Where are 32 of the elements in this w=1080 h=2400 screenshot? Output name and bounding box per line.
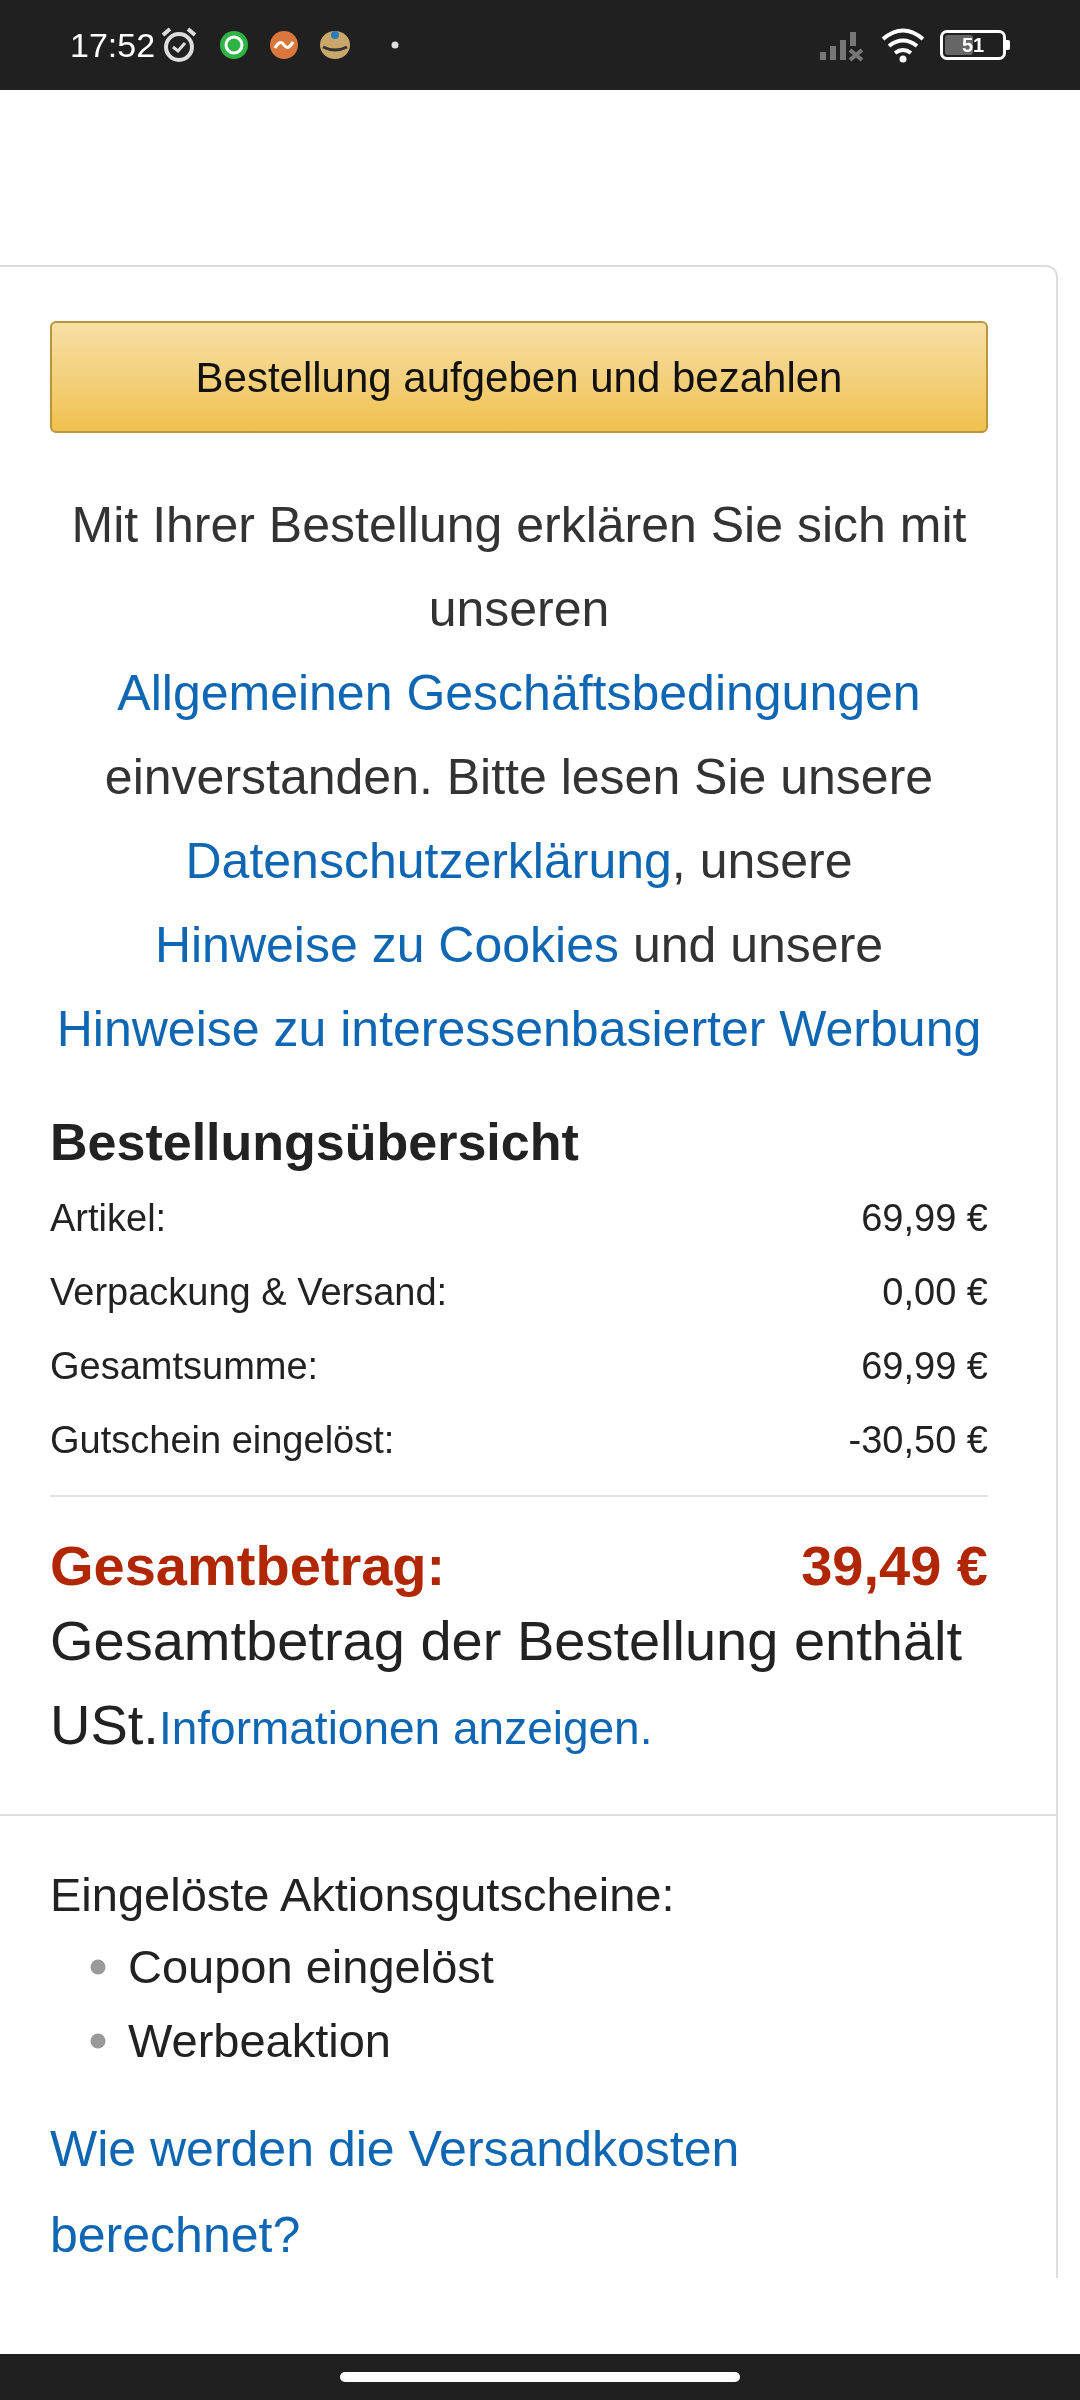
policy-link[interactable]: Hinweise zu Cookies xyxy=(154,917,619,973)
vat-info-link[interactable]: Informationen anzeigen. xyxy=(158,1702,653,1754)
total-amount: 39,49 € xyxy=(801,1533,988,1599)
bullet-icon xyxy=(90,2033,106,2049)
place-order-button[interactable]: Bestellung aufgeben und bezahlen xyxy=(50,321,988,433)
vat-note: Gesamtbetrag der Bestellung enthält USt.Informationen anzeigen. xyxy=(50,1608,964,1758)
app-icon xyxy=(319,30,352,60)
promotion-item: Werbeaktion xyxy=(128,2013,391,2069)
summary-amount: 69,99 € xyxy=(861,1196,988,1241)
summary-amount: -30,50 € xyxy=(848,1418,988,1463)
shipping-cost-link[interactable]: Wie werden die Versandkosten berechnet? xyxy=(50,2106,870,2278)
promotions-heading: Eingelöste Aktionsgutscheine: xyxy=(50,1867,676,1923)
bullet-icon xyxy=(90,1959,106,1975)
policy-link[interactable]: Allgemeinen Geschäftsbedingungen xyxy=(117,665,921,721)
policy-link[interactable]: Datenschutzerklärung xyxy=(185,833,672,889)
total-label: Gesamtbetrag: xyxy=(50,1533,446,1599)
app-icon xyxy=(269,30,300,60)
summary-label: Artikel: xyxy=(50,1196,167,1241)
summary-amount: 0,00 € xyxy=(882,1270,988,1315)
summary-amount: 69,99 € xyxy=(861,1344,988,1389)
legal-notice: Mit Ihrer Bestellung erklären Sie sich mit unseren Allgemeinen Geschäftsbedingungen einverstanden. Bitte lesen Sie unsere Datenschutzerklärung, unsere Hinweise zu Cookies und unsere Hinweise zu interessenbasierter Werbung xyxy=(55,496,983,1059)
policy-link[interactable]: Hinweise zu interessenbasierter Werbung xyxy=(56,1001,982,1057)
clock-time: 17:52 xyxy=(70,24,156,66)
promotion-item: Coupon eingelöst xyxy=(128,1939,494,1995)
order-summary-heading: Bestellungsübersicht xyxy=(50,1112,580,1173)
chat-app-icon xyxy=(219,30,250,60)
summary-label: Verpackung & Versand: xyxy=(50,1270,448,1315)
summary-label: Gesamtsumme: xyxy=(50,1344,319,1389)
wifi-icon xyxy=(880,27,926,63)
notification-dot-icon xyxy=(391,41,400,49)
home-indicator[interactable] xyxy=(340,2372,740,2382)
summary-label: Gutschein eingelöst: xyxy=(50,1418,395,1463)
